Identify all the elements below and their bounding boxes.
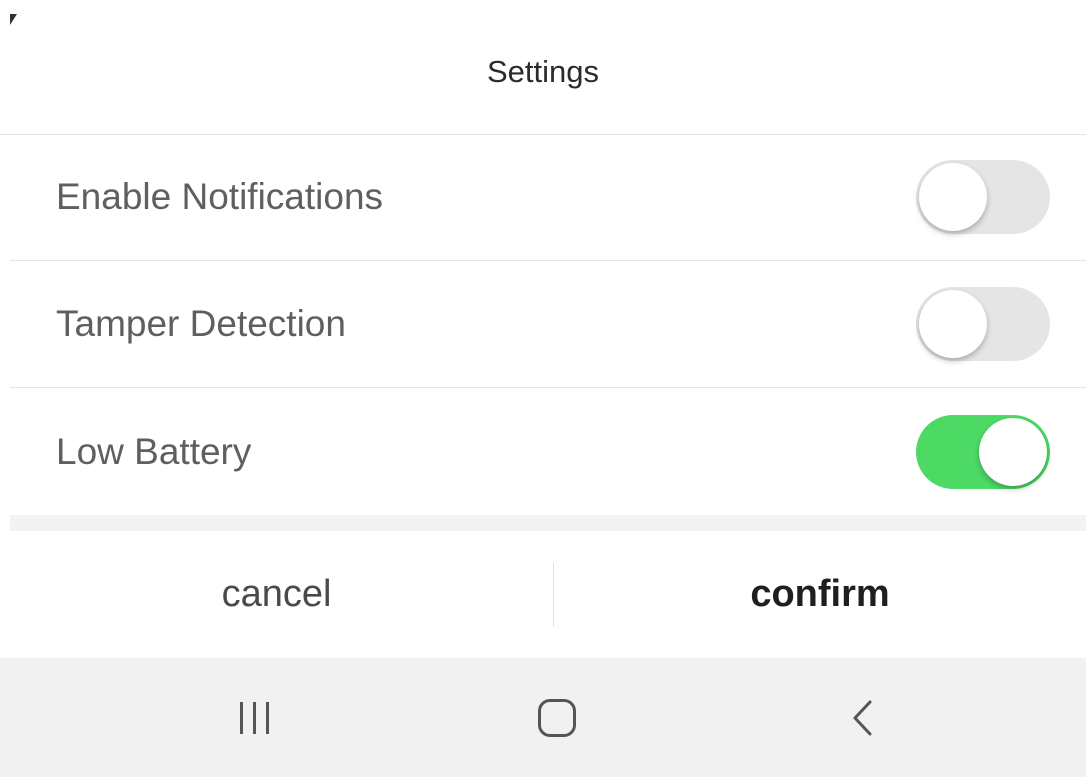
setting-label: Enable Notifications [56,176,384,217]
dialog-actions: cancel confirm [0,531,1086,658]
home-button[interactable] [497,658,617,777]
setting-label: Tamper Detection [56,303,346,344]
toggle-knob [919,290,987,358]
confirm-button[interactable]: confirm [554,531,1086,658]
setting-label: Low Battery [56,430,252,472]
recent-apps-icon [239,701,269,734]
toggle-knob [979,417,1047,486]
section-divider [10,515,1086,531]
cancel-button[interactable]: cancel [0,531,553,658]
settings-screen: Settings Enable Notifications Tamper Det… [0,0,1086,777]
enable-notifications-toggle[interactable] [916,160,1050,234]
setting-row-tamper-detection: Tamper Detection [10,261,1086,388]
toggle-knob [919,163,987,231]
system-navigation-bar [0,658,1086,777]
page-title: Settings [486,54,599,89]
back-icon [851,699,873,737]
recent-apps-button[interactable] [194,658,314,777]
low-battery-toggle[interactable] [916,414,1050,489]
setting-row-low-battery: Low Battery [10,388,1086,515]
settings-header: Settings [0,0,1086,135]
back-button[interactable] [802,658,922,777]
home-icon [538,698,576,737]
tamper-detection-toggle[interactable] [916,287,1050,361]
setting-row-enable-notifications: Enable Notifications [10,134,1086,261]
